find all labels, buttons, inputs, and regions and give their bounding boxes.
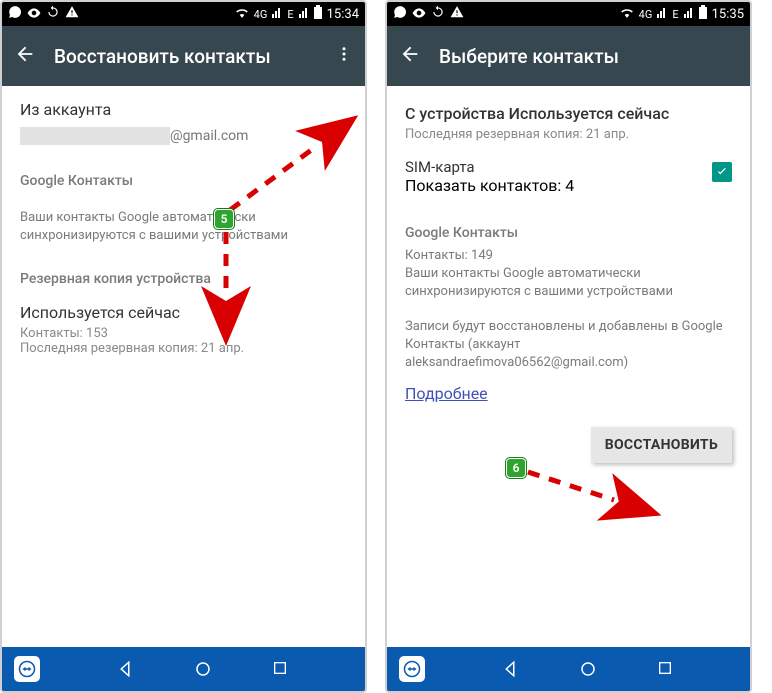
eye-icon [27,7,41,22]
nav-bar [387,647,750,691]
restore-info-text: Записи будут восстановлены и добавлены в… [405,319,723,370]
nav-home-icon[interactable] [579,660,597,678]
step-badge-6: 6 [506,458,526,478]
sync-icon [46,5,60,23]
nav-bar [2,647,365,691]
signal-2-icon [299,6,309,22]
google-section-head: Google Контакты [2,155,365,195]
device-title: Используется сейчас [20,303,347,322]
back-icon[interactable] [14,43,36,69]
device-row[interactable]: Используется сейчас Контакты: 153 Послед… [2,293,365,362]
google-desc: Ваши контакты Google автоматически синхр… [405,265,732,301]
network-e-label: E [672,8,678,21]
google-desc: Ваши контакты Google автоматически синхр… [20,209,347,245]
whatsapp-icon [8,5,22,23]
wifi-icon [235,6,249,22]
checkbox-checked-icon[interactable] [712,162,732,182]
warning-icon [450,5,464,23]
email-domain: @gmail.com [170,128,248,144]
network-label: 4G [639,8,653,21]
sim-card-row[interactable]: SIM-карта Показать контактов: 4 [387,148,750,205]
restore-info: Записи будут восстановлены и добавлены в… [387,302,750,379]
device-section: С устройства Используется сейчас Последн… [387,86,750,148]
account-label: Из аккаунта [20,100,347,119]
clock-label: 15:35 [712,7,744,22]
nav-back-icon[interactable] [501,660,519,678]
battery-icon [314,5,322,23]
sync-icon [431,5,445,23]
battery-icon [699,5,707,23]
overflow-menu-icon[interactable] [335,45,353,67]
device-last-backup: Последняя резервная копия: 21 апр. [20,341,347,356]
phone-screen-right: 4G E 15:35 Выберите контакты С устройств… [385,0,752,693]
sim-count: Показать контактов: 4 [405,176,700,195]
network-label: 4G [254,8,268,21]
title-bar: Восстановить контакты [2,26,365,86]
signal-1-icon [272,6,282,22]
account-selector[interactable]: Из аккаунта @gmail.com [2,86,365,155]
signal-2-icon [684,6,694,22]
clock-label: 15:34 [327,7,359,22]
signal-1-icon [657,6,667,22]
content-area: С устройства Используется сейчас Последн… [387,86,750,647]
phone-screen-left: 4G E 15:34 Восстановить контакты Из акка… [0,0,367,693]
whatsapp-icon [393,5,407,23]
email-redacted [20,127,170,145]
learn-more-link[interactable]: Подробнее [405,384,488,403]
nav-recent-icon[interactable] [272,660,288,678]
title-bar: Выберите контакты [387,26,750,86]
page-title: Восстановить контакты [54,45,317,68]
google-section-head: Google Контакты [387,205,750,247]
network-e-label: E [287,8,293,21]
sim-title: SIM-карта [405,158,700,176]
teamviewer-icon[interactable] [14,656,40,682]
device-contacts: Контакты: 153 [20,326,347,341]
backup-section-head: Резервная копия устройства [2,253,365,293]
device-title: С устройства Используется сейчас [405,104,732,123]
nav-home-icon[interactable] [194,660,212,678]
back-icon[interactable] [399,43,421,69]
eye-icon [412,7,426,22]
teamviewer-icon[interactable] [399,656,425,682]
device-last-backup: Последняя резервная копия: 21 апр. [405,127,732,142]
content-area: Из аккаунта @gmail.com Google Контакты В… [2,86,365,647]
page-title: Выберите контакты [439,45,738,68]
step-badge-5: 5 [214,209,234,229]
nav-back-icon[interactable] [116,660,134,678]
wifi-icon [620,6,634,22]
restore-button[interactable]: ВОССТАНОВИТЬ [591,427,732,463]
nav-recent-icon[interactable] [657,660,673,678]
warning-icon [65,5,79,23]
dropdown-caret-icon[interactable] [333,122,343,128]
google-contacts-count: Контакты: 149 [405,247,732,265]
status-bar: 4G E 15:34 [2,2,365,26]
status-bar: 4G E 15:35 [387,2,750,26]
